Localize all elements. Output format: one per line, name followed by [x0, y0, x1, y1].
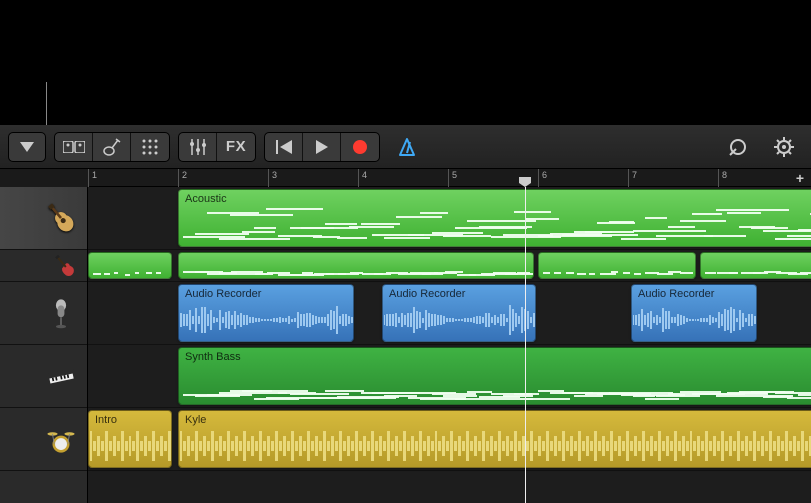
track-row[interactable]: Audio Recorder Audio Recorder Audio Record…	[88, 282, 811, 345]
play-icon	[316, 140, 328, 154]
add-bars-button[interactable]: +	[791, 169, 809, 187]
settings-button[interactable]	[765, 132, 803, 162]
track-header-electric[interactable]	[0, 250, 87, 282]
timeline-ruler[interactable]: + 1 2 3 4 5 6 7 8	[88, 169, 811, 187]
ruler-tick: 3	[268, 169, 277, 187]
toolbar: FX	[0, 125, 811, 169]
electric-guitar-icon	[51, 252, 79, 280]
region-label: Audio Recorder	[638, 288, 714, 300]
view-menu-button[interactable]	[8, 132, 46, 162]
track-row[interactable]: Intro Kyle	[88, 408, 811, 471]
microphone-icon	[43, 295, 79, 331]
rewind-button[interactable]	[265, 133, 303, 161]
track-row[interactable]	[88, 250, 811, 282]
region[interactable]	[88, 252, 172, 279]
browser-button[interactable]	[55, 133, 93, 161]
region[interactable]: Intro	[88, 410, 172, 468]
region[interactable]	[178, 252, 534, 279]
track-row[interactable]: Synth Bass	[88, 345, 811, 408]
region[interactable]	[700, 252, 811, 279]
region-label: Intro	[95, 414, 117, 426]
region-label: Acoustic	[185, 193, 227, 205]
tuner-button[interactable]	[93, 133, 131, 161]
ruler-tick: 1	[88, 169, 97, 187]
region-label: Kyle	[185, 414, 206, 426]
loop-button[interactable]	[719, 132, 757, 162]
ruler-tick: 7	[628, 169, 637, 187]
drums-icon	[43, 421, 79, 457]
region-label: Audio Recorder	[389, 288, 465, 300]
apps-button[interactable]	[131, 133, 169, 161]
ruler-tick: 2	[178, 169, 187, 187]
app-window: FX + 12345678 AcousticAudio RecorderAudi…	[0, 125, 811, 503]
acoustic-guitar-icon	[43, 200, 79, 236]
tracks-area: AcousticAudio RecorderAudio RecorderAudi…	[0, 187, 811, 503]
region-label: Audio Recorder	[185, 288, 261, 300]
region[interactable]: Kyle	[178, 410, 811, 468]
track-header-vocal[interactable]	[0, 282, 87, 345]
track-row[interactable]: Acoustic	[88, 187, 811, 250]
keyboard-icon	[43, 358, 79, 394]
track-headers	[0, 187, 88, 503]
record-icon	[353, 140, 367, 154]
region-label: Synth Bass	[185, 351, 241, 363]
fx-button[interactable]: FX	[217, 133, 255, 161]
region[interactable]: Audio Recorder	[382, 284, 536, 342]
track-header-drums[interactable]	[0, 408, 87, 471]
ruler-tick: 8	[718, 169, 727, 187]
region[interactable]: Audio Recorder	[178, 284, 354, 342]
ruler-tick: 5	[448, 169, 457, 187]
mixer-button[interactable]	[179, 133, 217, 161]
track-header-bass[interactable]	[0, 345, 87, 408]
track-header-acoustic[interactable]	[0, 187, 87, 250]
region[interactable]: Acoustic	[178, 189, 811, 247]
region[interactable]: Synth Bass	[178, 347, 811, 405]
ruler-tick: 4	[358, 169, 367, 187]
region[interactable]: Audio Recorder	[631, 284, 757, 342]
ruler-tick: 6	[538, 169, 547, 187]
regions-canvas[interactable]: AcousticAudio RecorderAudio RecorderAudi…	[88, 187, 811, 503]
region[interactable]	[538, 252, 696, 279]
metronome-button[interactable]	[388, 132, 426, 162]
record-button[interactable]	[341, 133, 379, 161]
play-button[interactable]	[303, 133, 341, 161]
